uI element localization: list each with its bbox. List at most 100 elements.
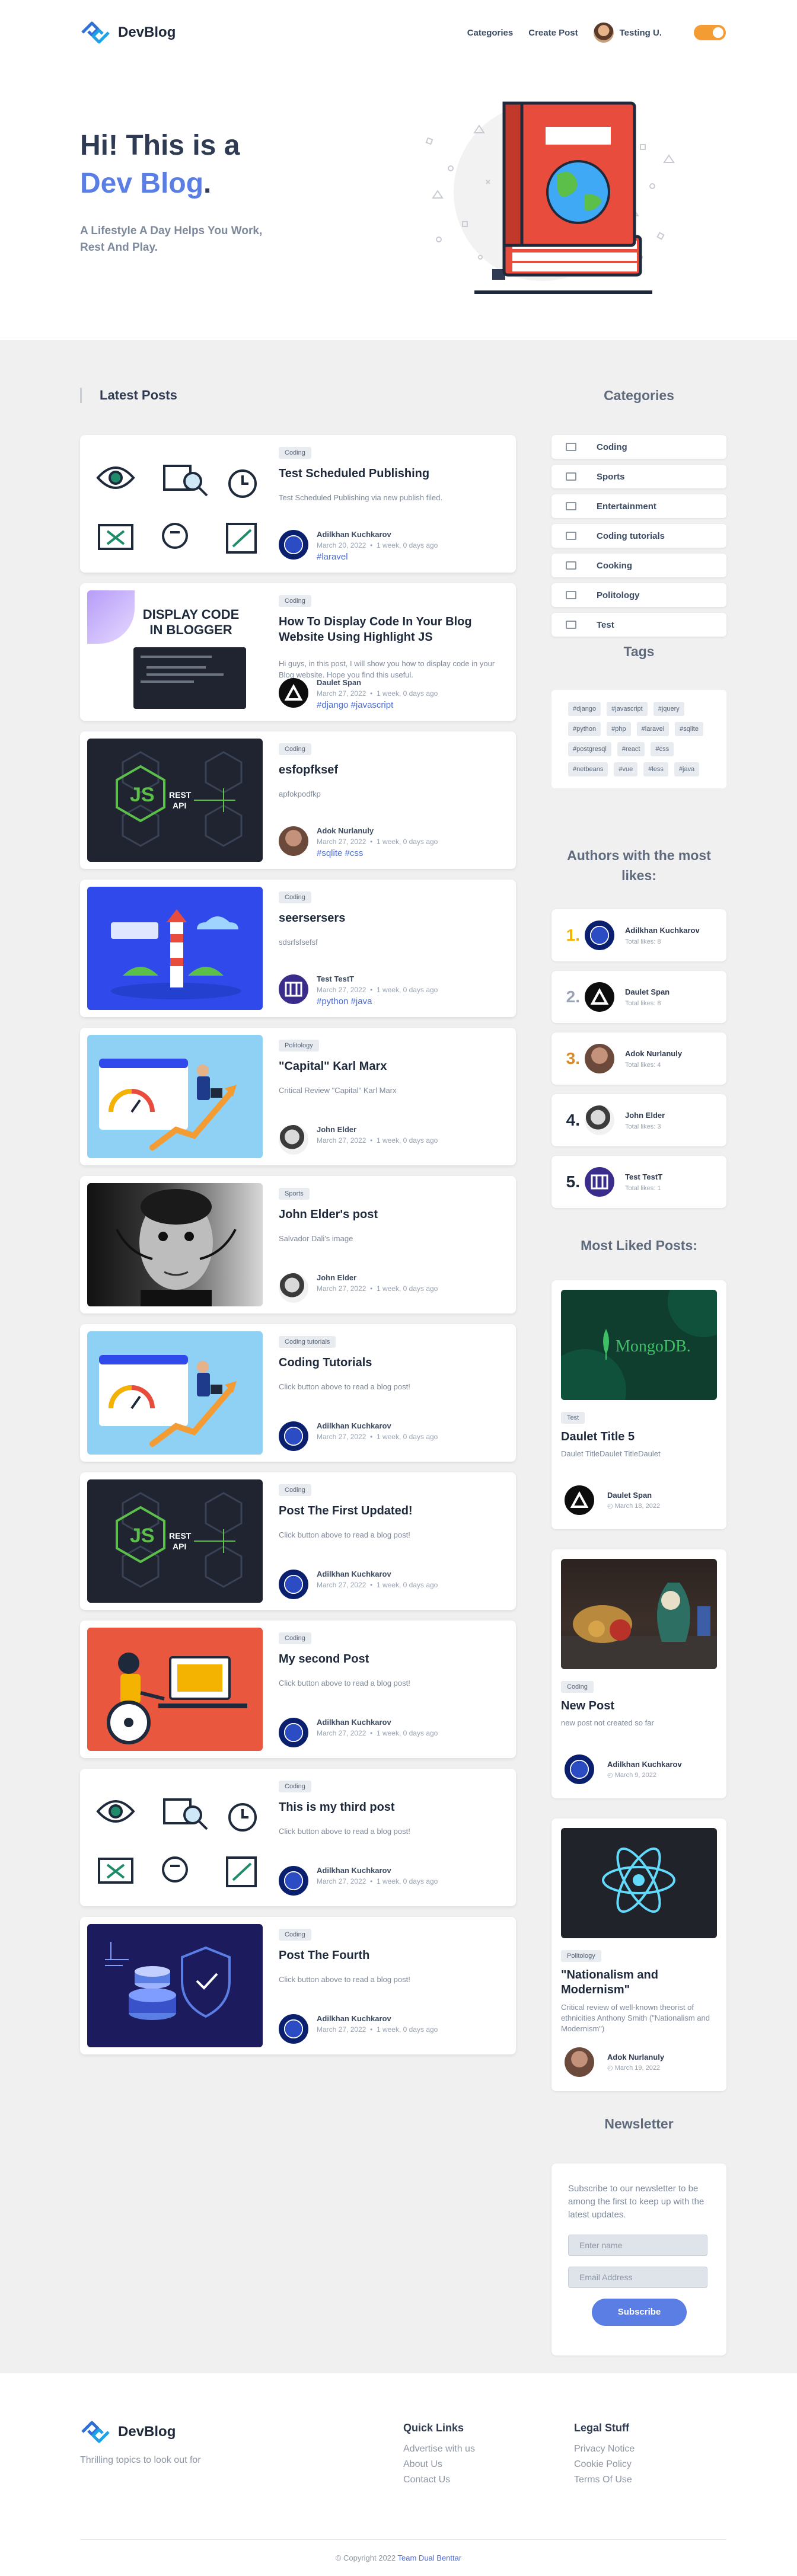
author-avatar[interactable] bbox=[279, 826, 308, 856]
author-name[interactable]: Adilkhan Kuchkarov bbox=[317, 1866, 438, 1875]
liked-post-card[interactable]: Coding New Post new post not created so … bbox=[551, 1549, 726, 1798]
footer-link[interactable]: Terms Of Use bbox=[574, 2472, 635, 2488]
post-card[interactable]: JS REST API Coding Post The First Update… bbox=[80, 1472, 516, 1610]
author-avatar[interactable] bbox=[565, 2047, 594, 2077]
footer-link[interactable]: Advertise with us bbox=[403, 2441, 475, 2457]
category-badge[interactable]: Coding bbox=[279, 1781, 311, 1792]
category-badge[interactable]: Coding bbox=[279, 1929, 311, 1941]
theme-toggle[interactable] bbox=[694, 25, 726, 40]
author-avatar[interactable] bbox=[565, 1485, 594, 1515]
top-author-item[interactable]: 4. John Elder Total likes: 3 bbox=[551, 1094, 726, 1146]
tag-chip[interactable]: #java bbox=[674, 762, 700, 776]
author-name[interactable]: Adok Nurlanuly bbox=[607, 2053, 664, 2062]
post-title[interactable]: How To Display Code In Your Blog Website… bbox=[279, 614, 504, 645]
author-name[interactable]: Adilkhan Kuchkarov bbox=[317, 1570, 438, 1578]
category-item[interactable]: Cooking bbox=[551, 554, 726, 577]
post-title[interactable]: This is my third post bbox=[279, 1800, 504, 1815]
post-tags[interactable]: #laravel bbox=[317, 552, 438, 562]
author-avatar[interactable] bbox=[279, 678, 308, 708]
post-card[interactable]: Coding tutorials Coding Tutorials Click … bbox=[80, 1324, 516, 1462]
tag-chip[interactable]: #laravel bbox=[636, 722, 670, 736]
category-badge[interactable]: Coding bbox=[279, 595, 311, 607]
tag-chip[interactable]: #sqlite bbox=[675, 722, 703, 736]
category-badge[interactable]: Coding bbox=[279, 1484, 311, 1496]
author-avatar[interactable] bbox=[279, 2014, 308, 2044]
category-item[interactable]: Coding tutorials bbox=[551, 524, 726, 548]
author-name[interactable]: Adok Nurlanuly bbox=[625, 1049, 682, 1058]
post-card[interactable]: Coding Test Scheduled Publishing Test Sc… bbox=[80, 435, 516, 573]
brand-logo[interactable]: DevBlog bbox=[80, 20, 176, 45]
author-name[interactable]: Adilkhan Kuchkarov bbox=[317, 530, 438, 539]
author-avatar[interactable] bbox=[279, 1718, 308, 1747]
email-input[interactable]: Email Address bbox=[568, 2267, 707, 2288]
liked-post-card[interactable]: MongoDB. Test Daulet Title 5 Daulet Titl… bbox=[551, 1280, 726, 1529]
top-author-item[interactable]: 2. Daulet Span Total likes: 8 bbox=[551, 971, 726, 1023]
category-item[interactable]: Coding bbox=[551, 435, 726, 459]
author-name[interactable]: John Elder bbox=[317, 1125, 438, 1134]
tag-chip[interactable]: #django bbox=[568, 702, 601, 716]
category-badge[interactable]: Politology bbox=[561, 1950, 601, 1962]
category-badge[interactable]: Coding bbox=[279, 743, 311, 755]
tag-chip[interactable]: #react bbox=[617, 742, 645, 756]
category-item[interactable]: Test bbox=[551, 613, 726, 637]
post-title[interactable]: seersersers bbox=[279, 910, 504, 926]
post-card[interactable]: Coding seersersers sdsrfsfsefsf Test Tes… bbox=[80, 880, 516, 1017]
post-card[interactable]: Coding Post The Fourth Click button abov… bbox=[80, 1917, 516, 2054]
post-title[interactable]: Post The Fourth bbox=[279, 1948, 504, 1963]
footer-link[interactable]: Privacy Notice bbox=[574, 2441, 635, 2457]
author-avatar[interactable] bbox=[585, 1105, 614, 1135]
team-link[interactable]: Team Dual Benttar bbox=[398, 2553, 462, 2562]
footer-logo[interactable]: DevBlog bbox=[80, 2420, 176, 2444]
post-card[interactable]: DISPLAY CODE IN BLOGGER Coding How To Di… bbox=[80, 583, 516, 721]
tag-chip[interactable]: #css bbox=[651, 742, 674, 756]
author-name[interactable]: Daulet Span bbox=[625, 987, 670, 996]
category-badge[interactable]: Sports bbox=[279, 1188, 310, 1200]
author-name[interactable]: Adok Nurlanuly bbox=[317, 826, 438, 835]
tag-chip[interactable]: #vue bbox=[614, 762, 638, 776]
author-avatar[interactable] bbox=[279, 974, 308, 1004]
top-author-item[interactable]: 1. Adilkhan Kuchkarov Total likes: 8 bbox=[551, 909, 726, 961]
category-badge[interactable]: Test bbox=[561, 1412, 585, 1424]
author-avatar[interactable] bbox=[279, 1125, 308, 1155]
user-menu[interactable]: Testing U. bbox=[593, 23, 662, 43]
author-name[interactable]: Test TestT bbox=[317, 974, 438, 983]
post-card[interactable]: JS REST API Coding esfopfksef apfokpodfk… bbox=[80, 731, 516, 869]
tag-chip[interactable]: #javascript bbox=[607, 702, 648, 716]
author-avatar[interactable] bbox=[279, 1866, 308, 1896]
post-card[interactable]: Coding This is my third post Click butto… bbox=[80, 1769, 516, 1906]
liked-post-title[interactable]: Daulet Title 5 bbox=[561, 1430, 709, 1444]
post-tags[interactable]: #django #javascript bbox=[317, 700, 438, 710]
category-badge[interactable]: Politology bbox=[279, 1040, 319, 1052]
category-badge[interactable]: Coding bbox=[279, 1632, 311, 1644]
author-name[interactable]: Adilkhan Kuchkarov bbox=[625, 926, 700, 935]
category-badge[interactable]: Coding bbox=[279, 891, 311, 903]
author-name[interactable]: Test TestT bbox=[625, 1172, 662, 1181]
post-title[interactable]: Test Scheduled Publishing bbox=[279, 466, 504, 481]
category-item[interactable]: Sports bbox=[551, 465, 726, 488]
nav-categories[interactable]: Categories bbox=[467, 28, 514, 38]
author-avatar[interactable] bbox=[585, 1044, 614, 1073]
post-title[interactable]: Coding Tutorials bbox=[279, 1355, 504, 1370]
author-name[interactable]: John Elder bbox=[625, 1111, 665, 1120]
author-avatar[interactable] bbox=[565, 1754, 594, 1784]
footer-link[interactable]: About Us bbox=[403, 2457, 475, 2472]
tag-chip[interactable]: #php bbox=[607, 722, 631, 736]
author-name[interactable]: John Elder bbox=[317, 1273, 438, 1282]
post-card[interactable]: Sports John Elder's post Salvador Dali's… bbox=[80, 1176, 516, 1313]
subscribe-button[interactable]: Subscribe bbox=[592, 2299, 687, 2326]
footer-link[interactable]: Contact Us bbox=[403, 2472, 475, 2488]
author-name[interactable]: Daulet Span bbox=[607, 1491, 660, 1500]
tag-chip[interactable]: #jquery bbox=[653, 702, 684, 716]
post-title[interactable]: My second Post bbox=[279, 1651, 504, 1667]
tag-chip[interactable]: #postgresql bbox=[568, 742, 611, 756]
category-item[interactable]: Politology bbox=[551, 583, 726, 607]
name-input[interactable]: Enter name bbox=[568, 2235, 707, 2256]
author-avatar[interactable] bbox=[279, 1570, 308, 1599]
post-tags[interactable]: #python #java bbox=[317, 996, 438, 1006]
author-name[interactable]: Daulet Span bbox=[317, 678, 438, 687]
author-avatar[interactable] bbox=[585, 921, 614, 950]
author-name[interactable]: Adilkhan Kuchkarov bbox=[317, 1718, 438, 1727]
nav-create-post[interactable]: Create Post bbox=[528, 28, 578, 38]
category-badge[interactable]: Coding bbox=[561, 1681, 594, 1693]
post-title[interactable]: "Capital" Karl Marx bbox=[279, 1059, 504, 1074]
